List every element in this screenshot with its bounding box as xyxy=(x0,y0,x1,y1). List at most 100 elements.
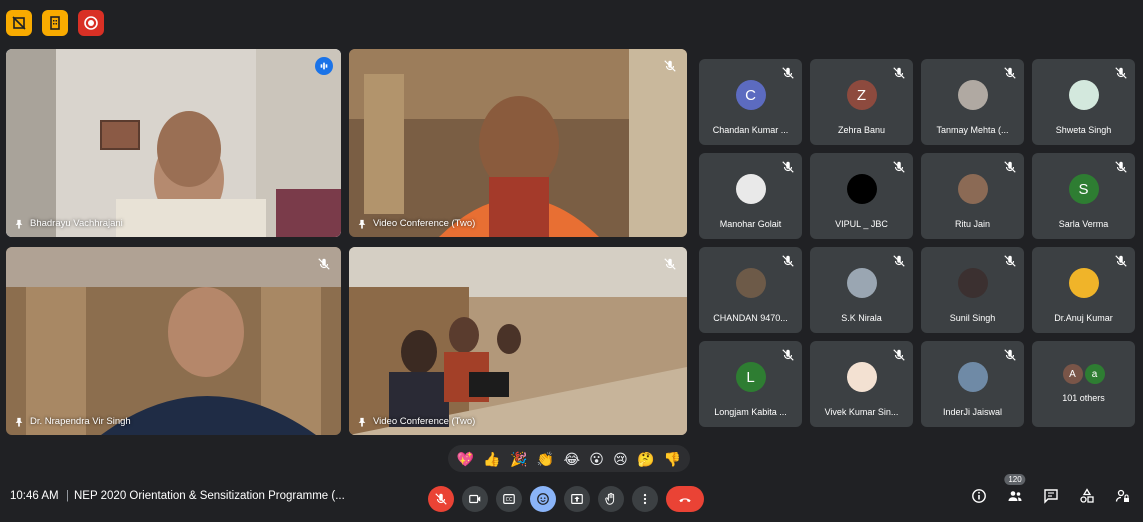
participant-name: Manohar Golait xyxy=(719,219,782,229)
mic-off-icon xyxy=(664,258,676,270)
pin-icon[interactable] xyxy=(14,219,24,229)
participant-name: CHANDAN 9470... xyxy=(713,313,788,323)
building-badge[interactable] xyxy=(42,10,68,36)
others-count: 101 others xyxy=(1062,393,1105,403)
info-icon xyxy=(972,489,986,503)
pin-icon[interactable] xyxy=(357,219,367,229)
participant-tile[interactable]: Vivek Kumar Sin... xyxy=(810,341,913,427)
meeting-title: NEP 2020 Orientation & Sensitization Pro… xyxy=(74,490,345,502)
tile-name: Bhadrayu Vachhrajani xyxy=(14,218,123,229)
more-options-button[interactable] xyxy=(632,486,658,512)
pin-icon[interactable] xyxy=(357,417,367,427)
main-tile-4[interactable]: Video Conference (Two) xyxy=(349,247,687,435)
slash-square-badge[interactable] xyxy=(6,10,32,36)
reaction-emoji[interactable]: 👏 xyxy=(537,452,554,466)
tile-name: Dr. Nrapendra Vir Singh xyxy=(14,416,131,427)
activities-button[interactable] xyxy=(1077,486,1097,506)
video-feed xyxy=(349,247,687,435)
mic-off-indicator xyxy=(1114,254,1128,268)
meet-window: Bhadrayu Vachhrajani Video Conference (T… xyxy=(0,0,1143,522)
avatar xyxy=(957,362,988,392)
chat-button[interactable] xyxy=(1041,486,1061,506)
mic-off-button[interactable] xyxy=(428,486,454,512)
mic-off-indicator xyxy=(1003,254,1017,268)
mic-off-icon xyxy=(893,349,905,361)
reaction-emoji[interactable]: 🤔 xyxy=(637,452,654,466)
mic-off-indicator xyxy=(892,66,906,80)
avatar xyxy=(957,80,988,110)
meeting-details-button[interactable] xyxy=(969,486,989,506)
avatar xyxy=(846,268,877,298)
mic-off-indicator xyxy=(781,348,795,362)
avatar xyxy=(957,174,988,204)
pin-icon[interactable] xyxy=(14,417,24,427)
participant-tile[interactable]: Z Zehra Banu xyxy=(810,59,913,145)
mic-off-indicator xyxy=(661,57,679,75)
emoji-button[interactable] xyxy=(530,486,556,512)
avatar xyxy=(957,268,988,298)
participant-name: Vivek Kumar Sin... xyxy=(824,407,899,417)
captions-button[interactable]: CC xyxy=(496,486,522,512)
record-icon xyxy=(84,16,98,30)
participant-tile[interactable]: S.K Nirala xyxy=(810,247,913,333)
leave-call-button[interactable] xyxy=(666,486,704,512)
shapes-icon xyxy=(1080,488,1094,503)
main-tile-1[interactable]: Bhadrayu Vachhrajani xyxy=(6,49,341,237)
participant-tile[interactable]: CHANDAN 9470... xyxy=(699,247,802,333)
reaction-emoji[interactable]: 🎉 xyxy=(510,452,527,466)
video-feed xyxy=(6,247,341,435)
participant-name: InderJi Jaiswal xyxy=(942,407,1003,417)
present-button[interactable] xyxy=(564,486,590,512)
avatar xyxy=(1068,268,1099,298)
current-time: 10:46 AM xyxy=(10,490,59,502)
participant-tile[interactable]: Shweta Singh xyxy=(1032,59,1135,145)
reaction-emoji[interactable]: 👍 xyxy=(483,452,500,466)
top-badges xyxy=(6,10,104,36)
people-icon xyxy=(1008,491,1022,501)
participant-tile[interactable]: Ritu Jain xyxy=(921,153,1024,239)
participant-tile[interactable]: C Chandan Kumar ... xyxy=(699,59,802,145)
present-icon xyxy=(571,494,583,504)
recording-badge[interactable] xyxy=(78,10,104,36)
people-button[interactable]: 120 xyxy=(1004,474,1026,506)
camera-button[interactable] xyxy=(462,486,488,512)
video-feed xyxy=(349,49,687,237)
raise-hand-button[interactable] xyxy=(598,486,624,512)
participant-tile[interactable]: Tanmay Mehta (... xyxy=(921,59,1024,145)
lock-person-icon xyxy=(1115,489,1129,502)
separator: | xyxy=(66,490,69,502)
mic-off-indicator xyxy=(1114,160,1128,174)
avatar xyxy=(1068,80,1099,110)
mic-off-icon xyxy=(782,255,794,267)
reaction-emoji[interactable]: 👎 xyxy=(664,452,681,466)
participant-tile[interactable]: VIPUL _ JBC xyxy=(810,153,913,239)
mic-off-indicator xyxy=(1003,160,1017,174)
participant-tile[interactable]: L Longjam Kabita ... xyxy=(699,341,802,427)
participant-tile[interactable]: Manohar Golait xyxy=(699,153,802,239)
reaction-emoji[interactable]: 😂 xyxy=(564,452,580,466)
mic-off-indicator xyxy=(892,254,906,268)
chat-icon xyxy=(1044,489,1058,504)
host-controls-button[interactable] xyxy=(1113,486,1133,506)
reaction-emoji[interactable]: 😢 xyxy=(613,452,628,466)
participant-tile[interactable]: Sunil Singh xyxy=(921,247,1024,333)
svg-text:CC: CC xyxy=(506,497,513,503)
participant-name: Tanmay Mehta (... xyxy=(936,125,1009,135)
mic-off-icon xyxy=(1004,161,1016,173)
mic-off-indicator xyxy=(781,66,795,80)
others-tile[interactable]: Aa 101 others xyxy=(1032,341,1135,427)
avatar xyxy=(846,362,877,392)
mic-off-icon xyxy=(1004,349,1016,361)
mic-off-icon xyxy=(1004,67,1016,79)
main-tile-2[interactable]: Video Conference (Two) xyxy=(349,49,687,237)
participant-name: Video Conference (Two) xyxy=(373,416,476,427)
reaction-emoji[interactable]: 💖 xyxy=(457,452,474,466)
tile-name: Video Conference (Two) xyxy=(357,218,475,229)
participant-tile[interactable]: InderJi Jaiswal xyxy=(921,341,1024,427)
participant-name: Ritu Jain xyxy=(954,219,990,229)
main-tile-3[interactable]: Dr. Nrapendra Vir Singh xyxy=(6,247,341,435)
avatar: A xyxy=(1062,364,1083,384)
participant-tile[interactable]: S Sarla Verma xyxy=(1032,153,1135,239)
reaction-emoji[interactable]: 😮 xyxy=(589,452,604,466)
participant-tile[interactable]: Dr.Anuj Kumar xyxy=(1032,247,1135,333)
